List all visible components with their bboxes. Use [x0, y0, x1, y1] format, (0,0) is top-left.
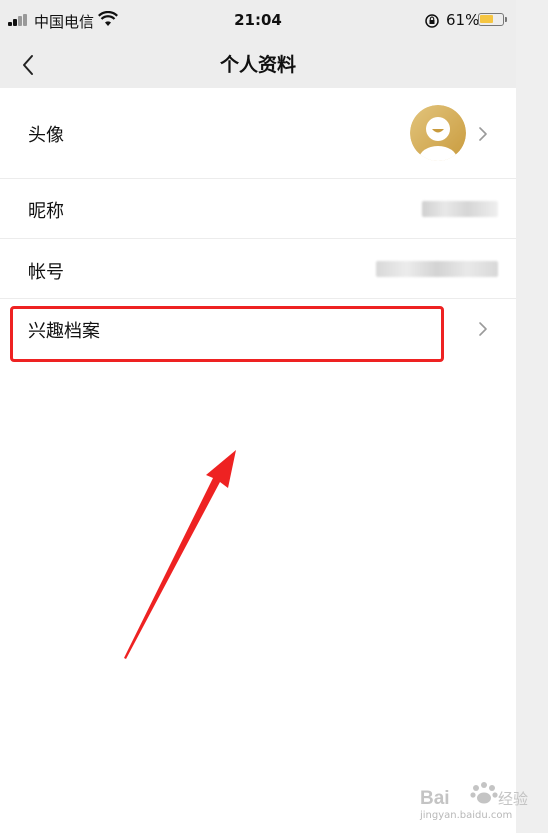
blurred-account-value: [376, 261, 498, 277]
profile-row-nickname[interactable]: 昵称: [0, 179, 516, 239]
profile-row-label: 昵称: [28, 201, 64, 222]
page-title: 个人资料: [219, 54, 296, 76]
watermark-url: jingyan.baidu.com: [420, 810, 513, 821]
profile-row-label: 头像: [28, 125, 64, 146]
battery-icon: [478, 13, 507, 26]
phone-screen: 中国电信 21:04 61% 个人资料 头像 昵称 帐号 兴趣档案: [0, 0, 516, 833]
watermark-brand: Bai: [420, 788, 450, 809]
profile-row-avatar[interactable]: 头像: [0, 88, 516, 179]
watermark-suffix: 经验: [498, 790, 528, 808]
battery-percent: 61%: [446, 11, 480, 29]
profile-row-label: 帐号: [28, 262, 64, 283]
chevron-right-icon: [479, 127, 487, 141]
watermark-logo: Bai 经验: [420, 782, 528, 809]
chevron-right-icon: [479, 322, 487, 336]
profile-row-account[interactable]: 帐号: [0, 239, 516, 299]
avatar[interactable]: [410, 105, 466, 161]
nav-bar: 个人资料: [0, 40, 516, 88]
battery-fill: [480, 15, 493, 23]
rotation-lock-icon: [425, 14, 439, 28]
highlight-box: [10, 306, 444, 362]
blurred-nickname-value: [422, 201, 498, 217]
background-strip: [516, 0, 548, 833]
status-bar: 中国电信 21:04 61%: [0, 0, 516, 40]
